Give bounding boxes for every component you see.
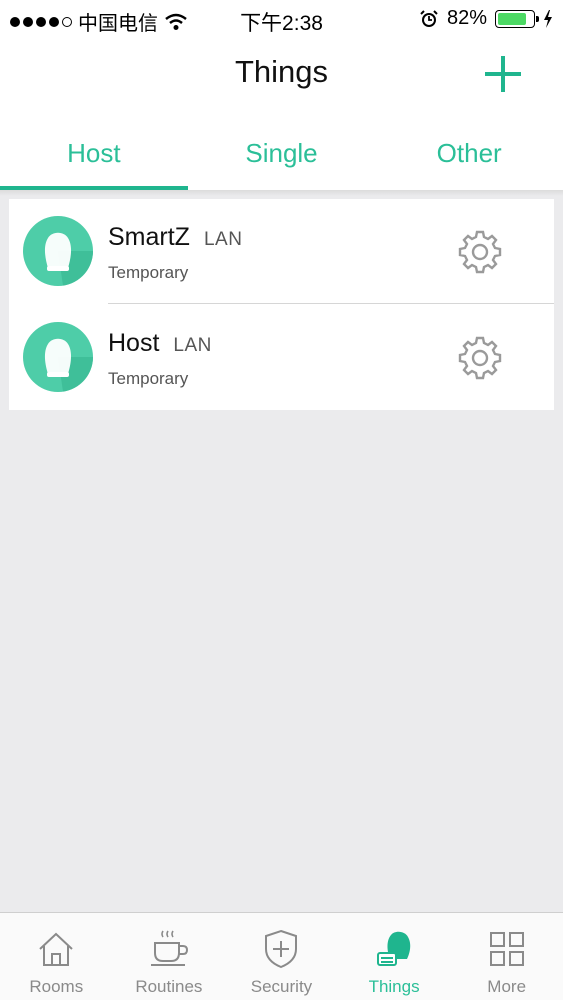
- navigation-bar: Things: [0, 36, 563, 120]
- house-icon: [39, 932, 73, 966]
- status-right: 82%: [419, 7, 553, 30]
- tab-host[interactable]: Host: [0, 120, 188, 190]
- charging-icon: [544, 9, 552, 28]
- plus-icon: [485, 56, 521, 92]
- bottom-tab-bar: Rooms Routines Security Things More: [0, 912, 563, 1000]
- battery-percent: 82%: [446, 7, 487, 29]
- tabs-divider: [0, 190, 563, 196]
- list-item[interactable]: Host LAN Temporary: [9, 305, 554, 410]
- device-name: Host LAN: [108, 329, 212, 358]
- status-bar: 中国电信 下午2:38 82%: [0, 0, 563, 36]
- battery-fill: [498, 12, 526, 25]
- grid-icon: [489, 932, 524, 966]
- things-icon: [377, 931, 411, 966]
- tab-more[interactable]: More: [450, 913, 563, 1000]
- alarm-icon: [420, 9, 438, 27]
- tab-label: Routines: [135, 977, 203, 996]
- battery-icon: [495, 9, 539, 28]
- row-divider: [108, 303, 554, 304]
- page-title: Things: [234, 54, 329, 89]
- tab-single[interactable]: Single: [188, 120, 376, 190]
- gear-icon: [458, 336, 502, 380]
- device-name-text: Host: [108, 329, 160, 357]
- device-status: Temporary: [108, 263, 189, 282]
- tab-rooms[interactable]: Rooms: [0, 913, 113, 1000]
- gear-icon: [458, 230, 502, 274]
- category-tabs: Host Single Other: [0, 120, 563, 190]
- tab-label: Rooms: [29, 977, 84, 996]
- host-device-icon: [23, 322, 93, 392]
- connection-type: LAN: [173, 335, 212, 356]
- settings-button[interactable]: [457, 229, 503, 275]
- tab-routines[interactable]: Routines: [113, 913, 226, 1000]
- device-list: SmartZ LAN Temporary Host LAN Temporary: [9, 199, 554, 410]
- tab-label: More: [487, 977, 527, 996]
- device-name: SmartZ LAN: [108, 223, 242, 252]
- device-status: Temporary: [108, 369, 189, 388]
- tab-security[interactable]: Security: [225, 913, 338, 1000]
- tab-label: Things: [368, 977, 420, 996]
- shield-icon: [265, 929, 298, 969]
- settings-button[interactable]: [457, 335, 503, 381]
- connection-type: LAN: [203, 229, 243, 250]
- host-device-icon: [23, 216, 93, 286]
- list-item[interactable]: SmartZ LAN Temporary: [9, 199, 554, 304]
- tab-other[interactable]: Other: [375, 120, 563, 190]
- tab-label: Security: [250, 977, 313, 996]
- add-button[interactable]: [481, 52, 525, 96]
- tab-things[interactable]: Things: [338, 913, 451, 1000]
- device-name-text: SmartZ: [108, 223, 190, 251]
- coffee-cup-icon: [150, 930, 188, 966]
